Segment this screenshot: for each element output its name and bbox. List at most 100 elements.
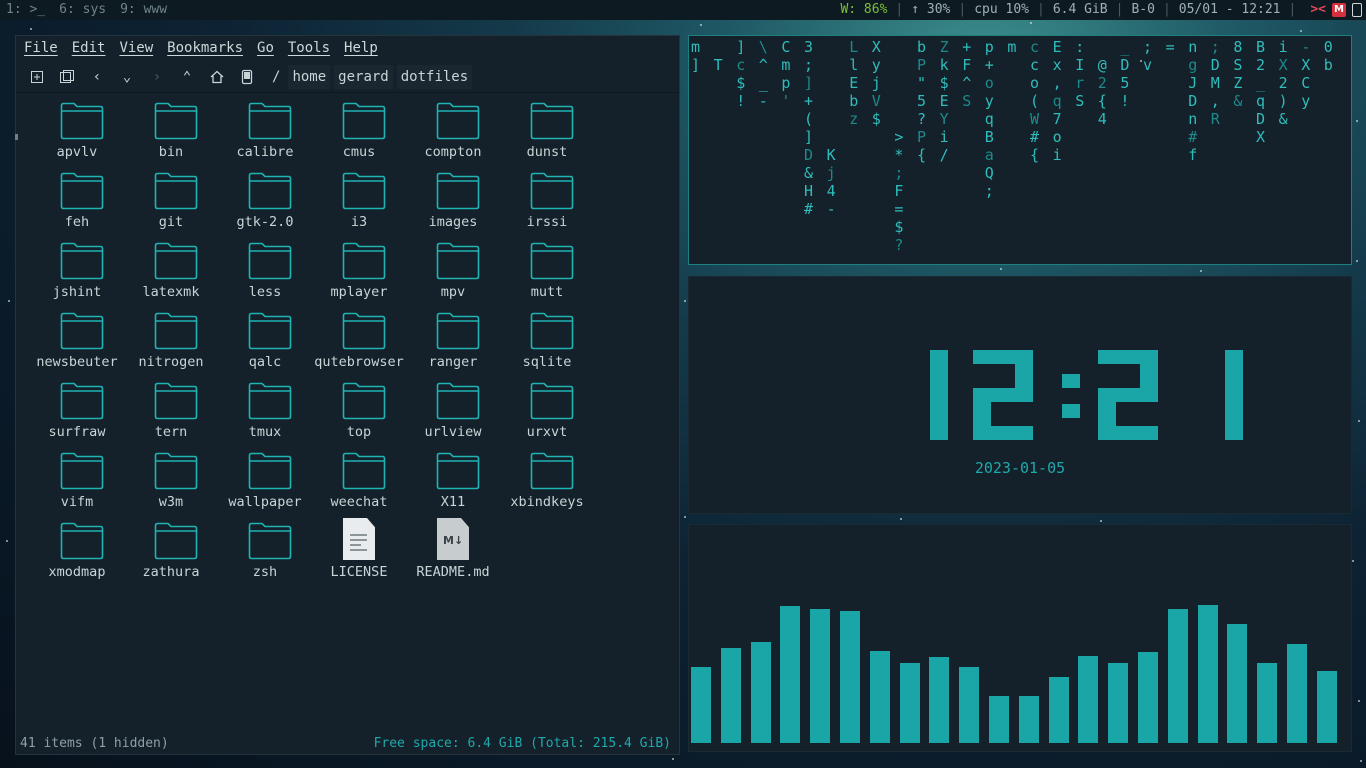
folder-item[interactable]: weechat xyxy=(312,448,406,518)
breadcrumb-item[interactable]: gerard xyxy=(334,65,393,89)
breadcrumb-item[interactable]: dotfiles xyxy=(396,65,473,89)
menu-view[interactable]: View xyxy=(119,38,153,58)
file-item[interactable]: LICENSE xyxy=(312,518,406,588)
breadcrumb-item[interactable]: home xyxy=(288,65,331,89)
folder-item[interactable]: bin xyxy=(124,98,218,168)
star xyxy=(1360,760,1362,762)
menu-file[interactable]: File xyxy=(24,38,58,58)
matrix-glyph: 4 xyxy=(1097,110,1107,128)
folder-item[interactable]: compton xyxy=(406,98,500,168)
file-name: qutebrowser xyxy=(314,354,404,370)
folder-item[interactable]: xbindkeys xyxy=(500,448,594,518)
folder-item[interactable]: qutebrowser xyxy=(312,308,406,378)
folder-item[interactable]: mutt xyxy=(500,238,594,308)
folder-icon xyxy=(60,102,104,140)
menu-bookmarks[interactable]: Bookmarks xyxy=(167,38,243,58)
visualizer-bar xyxy=(810,609,831,743)
workspace-2[interactable]: 6: sys xyxy=(59,0,106,20)
workspace-list: 1: >_ 6: sys 9: www xyxy=(6,0,167,20)
matrix-glyph: # xyxy=(1188,128,1198,146)
folder-item[interactable]: dunst xyxy=(500,98,594,168)
breadcrumb-item[interactable]: / xyxy=(268,65,284,89)
folder-item[interactable]: i3 xyxy=(312,168,406,238)
folder-item[interactable]: wallpaper xyxy=(218,448,312,518)
matrix-glyph: , xyxy=(1210,92,1220,110)
folder-item[interactable]: gtk-2.0 xyxy=(218,168,312,238)
new-tab-icon[interactable] xyxy=(24,65,50,89)
file-name: images xyxy=(428,214,478,230)
new-window-icon[interactable] xyxy=(54,65,80,89)
folder-item[interactable]: less xyxy=(218,238,312,308)
forward-icon[interactable]: › xyxy=(144,65,170,89)
folder-item[interactable]: apvlv xyxy=(30,98,124,168)
file-name: mplayer xyxy=(330,284,388,300)
device-icon[interactable] xyxy=(234,65,260,89)
matrix-glyph: b xyxy=(849,92,859,110)
folder-item[interactable]: zsh xyxy=(218,518,312,588)
folder-item[interactable]: zathura xyxy=(124,518,218,588)
folder-item[interactable]: jshint xyxy=(30,238,124,308)
folder-item[interactable]: mplayer xyxy=(312,238,406,308)
folder-item[interactable]: qalc xyxy=(218,308,312,378)
folder-item[interactable]: cmus xyxy=(312,98,406,168)
menu-edit[interactable]: Edit xyxy=(72,38,106,58)
folder-item[interactable]: top xyxy=(312,378,406,448)
folder-item[interactable]: sqlite xyxy=(500,308,594,378)
mail-icon[interactable]: M xyxy=(1332,3,1346,17)
folder-item[interactable]: tern xyxy=(124,378,218,448)
home-icon[interactable] xyxy=(204,65,230,89)
folder-item[interactable]: urxvt xyxy=(500,378,594,448)
folder-item[interactable]: mpv xyxy=(406,238,500,308)
folder-item[interactable]: irssi xyxy=(500,168,594,238)
folder-item[interactable]: X11 xyxy=(406,448,500,518)
menu-help[interactable]: Help xyxy=(344,38,378,58)
audio-visualizer[interactable] xyxy=(688,524,1352,752)
menu-tools[interactable]: Tools xyxy=(288,38,330,58)
matrix-glyph: + xyxy=(804,92,814,110)
folder-item[interactable]: images xyxy=(406,168,500,238)
history-dropdown-icon[interactable]: ⌄ xyxy=(114,65,140,89)
star xyxy=(8,300,10,302)
folder-item[interactable]: surfraw xyxy=(30,378,124,448)
matrix-glyph: I xyxy=(1075,56,1085,74)
matrix-glyph: k xyxy=(939,56,949,74)
folder-item[interactable]: ranger xyxy=(406,308,500,378)
divider xyxy=(16,92,679,93)
folder-item[interactable]: calibre xyxy=(218,98,312,168)
file-name: weechat xyxy=(330,494,388,510)
workspace-1[interactable]: 1: >_ xyxy=(6,0,45,20)
matrix-glyph: ; xyxy=(1210,38,1220,56)
matrix-glyph: * xyxy=(894,146,904,164)
device-tray-icon[interactable] xyxy=(1352,3,1362,17)
folder-item[interactable]: tmux xyxy=(218,378,312,448)
matrix-glyph: S xyxy=(962,92,972,110)
folder-item[interactable]: git xyxy=(124,168,218,238)
network-tray-icon[interactable]: >< xyxy=(1310,0,1326,20)
back-icon[interactable]: ‹ xyxy=(84,65,110,89)
folder-item[interactable]: feh xyxy=(30,168,124,238)
workspace-3[interactable]: 9: www xyxy=(120,0,167,20)
file-item[interactable]: M↓ README.md xyxy=(406,518,500,588)
matrix-glyph: D xyxy=(1210,56,1220,74)
matrix-glyph: + xyxy=(962,38,972,56)
clock-terminal[interactable]: 2023-01-05 xyxy=(688,276,1352,514)
folder-item[interactable]: urlview xyxy=(406,378,500,448)
folder-item[interactable]: latexmk xyxy=(124,238,218,308)
star xyxy=(1358,700,1360,702)
folder-item[interactable]: xmodmap xyxy=(30,518,124,588)
matrix-glyph: F xyxy=(962,56,972,74)
star xyxy=(684,300,686,302)
folder-item[interactable]: vifm xyxy=(30,448,124,518)
up-icon[interactable]: ⌃ xyxy=(174,65,200,89)
star xyxy=(1352,560,1354,562)
matrix-glyph: m xyxy=(1007,38,1017,56)
matrix-glyph: F xyxy=(894,182,904,200)
menu-go[interactable]: Go xyxy=(257,38,274,58)
folder-item[interactable]: nitrogen xyxy=(124,308,218,378)
matrix-glyph: q xyxy=(984,110,994,128)
star xyxy=(684,516,686,518)
clock-colon xyxy=(1062,404,1080,418)
folder-item[interactable]: newsbeuter xyxy=(30,308,124,378)
matrix-terminal[interactable]: m] T] c $! \ ^ _ - Cm p ' 3;] +(] D & H # Kj 4- Ll Eb z Xy j V $ >… xyxy=(688,35,1352,265)
folder-item[interactable]: w3m xyxy=(124,448,218,518)
